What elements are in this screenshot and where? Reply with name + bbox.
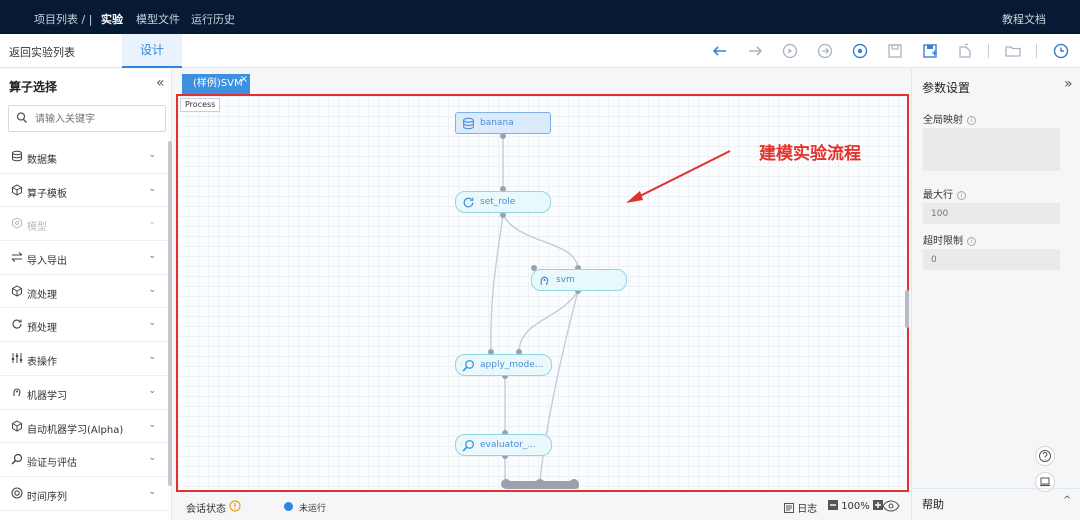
database-icon: [463, 117, 474, 130]
node-banana[interactable]: banana: [455, 112, 551, 134]
expand-panel-icon[interactable]: »: [1064, 76, 1073, 92]
max-rows-text: 最大行: [923, 190, 953, 201]
help-float-button[interactable]: [1035, 446, 1055, 466]
node-label: svm: [556, 275, 575, 285]
magnifier-icon: [462, 359, 475, 372]
question-icon: [1039, 450, 1051, 462]
max-rows-label: 最大行 i: [923, 186, 966, 201]
magnifier-icon: [462, 439, 475, 452]
annotation-arrowhead: [626, 191, 643, 203]
node-label: evaluator_...: [480, 440, 536, 450]
node-label: banana: [480, 118, 514, 128]
parameter-settings-panel: 参数设置 » 全局映射 i 最大行 i 超时限制 i 帮助 ^: [911, 69, 1080, 520]
global-mapping-label: 全局映射 i: [923, 111, 976, 126]
log-label: 日志: [797, 504, 818, 515]
panel-title: 参数设置: [922, 81, 971, 95]
edge-svm-apply: [518, 290, 579, 353]
info-icon[interactable]: i: [957, 191, 966, 200]
run-state-text: 未运行: [299, 504, 327, 514]
global-mapping-text: 全局映射: [923, 115, 963, 126]
node-evaluator[interactable]: evaluator_...: [455, 434, 552, 456]
global-mapping-field[interactable]: [923, 128, 1060, 171]
node-label: apply_mode...: [480, 360, 544, 370]
edge-setrole-apply: [490, 214, 504, 353]
timeout-input[interactable]: [923, 249, 1060, 270]
status-bar: 会话状态 未运行 日志 100%: [176, 494, 909, 520]
eye-icon[interactable]: [882, 499, 900, 513]
brain-icon: [540, 276, 549, 285]
log-button[interactable]: 日志: [784, 500, 817, 515]
max-rows-input[interactable]: [923, 203, 1060, 224]
annotation-arrow: [631, 150, 731, 201]
info-icon[interactable]: i: [967, 237, 976, 246]
edge-setrole-svm: [502, 214, 579, 269]
timeout-label: 超时限制 i: [923, 232, 976, 247]
annotation-label: 建模实验流程: [759, 144, 861, 164]
timeout-text: 超时限制: [923, 236, 963, 247]
zoom-out-icon[interactable]: [828, 500, 838, 510]
refresh-icon: [463, 197, 474, 208]
node-svm[interactable]: svm: [531, 269, 627, 291]
help-section-title[interactable]: 帮助: [922, 496, 944, 512]
chevron-up-icon[interactable]: ^: [1063, 495, 1071, 506]
status-dot: [284, 502, 293, 511]
node-apply-model[interactable]: apply_mode...: [455, 354, 552, 376]
panel-resize-handle[interactable]: [905, 290, 909, 328]
terminal-float-button[interactable]: [1035, 472, 1055, 492]
info-icon[interactable]: i: [967, 116, 976, 125]
node-set-role[interactable]: set_role: [455, 191, 551, 213]
zoom-control: 100%: [828, 500, 883, 512]
log-icon: [784, 503, 794, 513]
session-status-label: 会话状态: [186, 504, 226, 515]
warning-info-icon[interactable]: [229, 500, 241, 512]
node-label: set_role: [480, 197, 516, 207]
zoom-level: 100%: [841, 501, 870, 512]
panel-divider: [912, 488, 1080, 489]
